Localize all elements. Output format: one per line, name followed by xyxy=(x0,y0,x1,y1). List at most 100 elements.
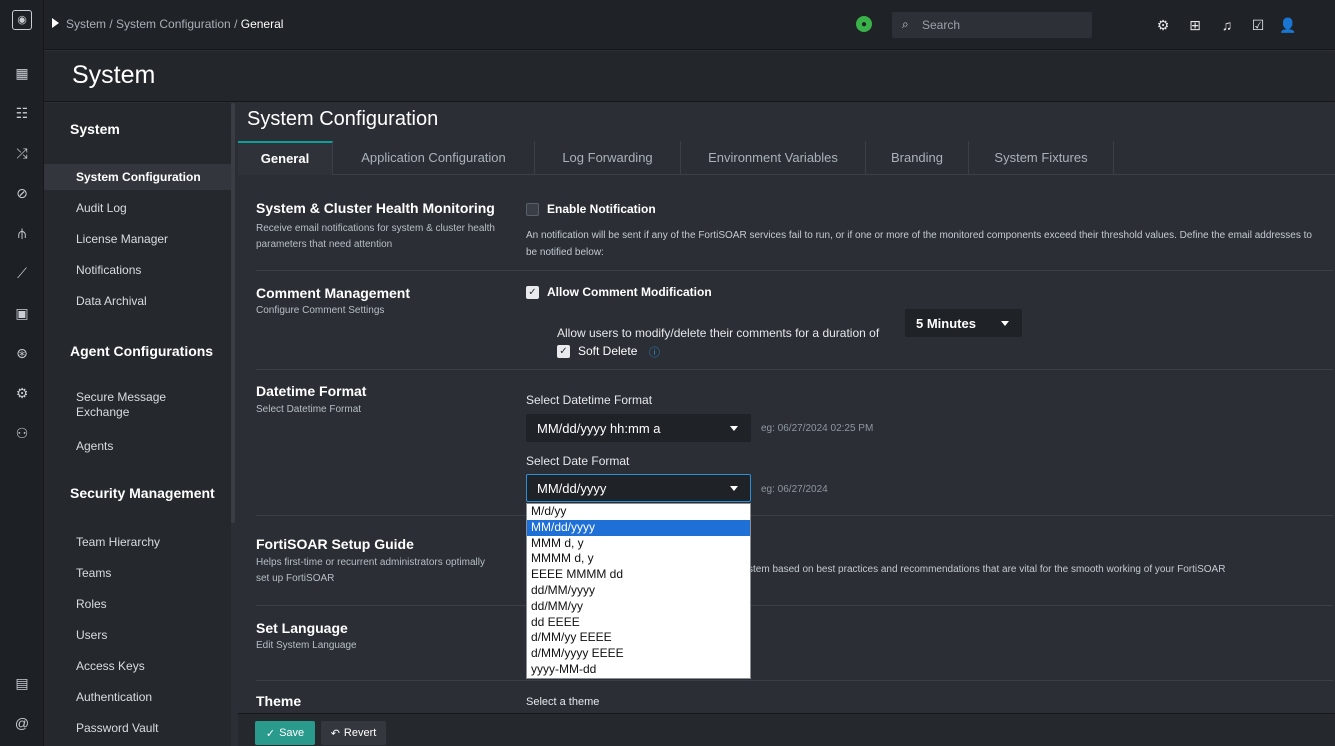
date-format-option[interactable]: yyyy-MM-dd xyxy=(527,662,750,678)
comment-duration-label: Allow users to modify/delete their comme… xyxy=(557,326,880,340)
at-icon[interactable]: @ xyxy=(11,712,33,734)
date-format-option[interactable]: d/MM/yyyy EEEE xyxy=(527,646,750,662)
date-format-option[interactable]: d/MM/yy EEEE xyxy=(527,630,750,646)
comment-section-desc: Configure Comment Settings xyxy=(256,305,385,316)
bell-icon[interactable]: ♫ xyxy=(1217,15,1237,35)
soft-delete-label[interactable]: Soft Delete xyxy=(578,344,637,358)
date-format-option[interactable]: MM/dd/yyyy xyxy=(527,519,750,536)
app-logo-icon[interactable]: ◉ xyxy=(12,10,32,30)
datetime-section-title: Datetime Format xyxy=(256,383,367,399)
datetime-format-value: MM/dd/yyyy hh:mm a xyxy=(537,421,661,436)
section-divider xyxy=(256,270,1333,271)
main-content: System Configuration General Application… xyxy=(238,103,1335,713)
date-format-option[interactable]: dd/MM/yyyy xyxy=(527,583,750,599)
comment-section-title: Comment Management xyxy=(256,285,411,301)
allow-comment-modification-checkbox[interactable]: ✓ xyxy=(526,286,539,299)
enable-notification-label[interactable]: Enable Notification xyxy=(547,202,656,216)
chevron-down-icon xyxy=(730,426,738,431)
sidebar-item-data-archival[interactable]: Data Archival xyxy=(76,294,226,308)
section-divider xyxy=(256,369,1333,370)
icon-rail: ◉ ▦ ☷ ⤮ ⊘ ⫛ ⟋ ▣ ⊛ ⚙ ⚇ ▤ @ xyxy=(0,0,44,746)
search-input[interactable] xyxy=(922,16,1082,34)
date-format-dropdown[interactable]: M/d/yy MM/dd/yyyy MMM d, y MMMM d, y EEEE MM… xyxy=(526,503,751,679)
sidebar-section-security-management: Security Management xyxy=(70,485,215,501)
sidebar-item-password-vault[interactable]: Password Vault xyxy=(76,721,226,735)
analytics-icon[interactable]: ⟋ xyxy=(11,262,33,284)
sidebar-item-license-manager[interactable]: License Manager xyxy=(76,232,226,246)
sidebar-section-system: System xyxy=(70,121,120,137)
task-check-icon[interactable]: ☑ xyxy=(1248,15,1268,35)
tab-log-forwarding[interactable]: Log Forwarding xyxy=(535,141,681,175)
sidebar-item-agents[interactable]: Agents xyxy=(76,439,226,453)
setup-section-desc: Helps first-time or recurrent administra… xyxy=(256,557,485,584)
tab-system-fixtures[interactable]: System Fixtures xyxy=(969,141,1114,175)
search-box: ⌕ xyxy=(892,12,1092,38)
resources-icon[interactable]: ⫛ xyxy=(11,222,33,244)
date-format-option[interactable]: MMMM d, y xyxy=(527,551,750,567)
datetime-section-desc: Select Datetime Format xyxy=(256,404,362,415)
sidebar-item-access-keys[interactable]: Access Keys xyxy=(76,659,226,673)
status-ok-icon[interactable]: ● xyxy=(856,16,872,32)
tab-branding[interactable]: Branding xyxy=(866,141,969,175)
date-format-option[interactable]: M/d/yy xyxy=(527,504,750,520)
sidebar-item-audit-log[interactable]: Audit Log xyxy=(76,201,226,215)
settings-wheel-icon[interactable]: ⚙ xyxy=(11,382,33,404)
section-divider xyxy=(256,515,1333,516)
date-format-option[interactable]: MMM d, y xyxy=(527,536,750,552)
gear-icon[interactable]: ⚙ xyxy=(1153,15,1173,35)
date-format-option[interactable]: EEEE MMMM dd xyxy=(527,567,750,583)
setup-section-title: FortiSOAR Setup Guide xyxy=(256,536,414,552)
sidebar-item-notifications[interactable]: Notifications xyxy=(76,263,226,277)
save-button[interactable]: ✓ Save xyxy=(255,721,315,745)
expand-play-icon[interactable] xyxy=(52,18,59,28)
search-icon: ⌕ xyxy=(902,17,909,31)
chevron-down-icon xyxy=(730,486,738,491)
sidebar-item-users[interactable]: Users xyxy=(76,628,226,642)
tab-environment-variables[interactable]: Environment Variables xyxy=(681,141,866,175)
sidebar-scrollbar[interactable] xyxy=(231,103,235,523)
user-icon[interactable]: 👤 xyxy=(1278,15,1298,35)
breadcrumb-path[interactable]: System / System Configuration / xyxy=(66,17,241,31)
soft-delete-checkbox[interactable]: ✓ xyxy=(557,345,570,358)
clipboard-icon[interactable]: ▤ xyxy=(11,672,33,694)
info-icon[interactable]: ⓘ xyxy=(649,344,660,360)
tab-bar: General Application Configuration Log Fo… xyxy=(238,141,1335,175)
breadcrumb: System / System Configuration / General xyxy=(66,17,283,31)
date-format-option[interactable]: dd EEEE xyxy=(527,615,750,631)
sidebar-item-roles[interactable]: Roles xyxy=(76,597,226,611)
sidebar-item-secure-message-exchange[interactable]: Secure Message Exchange xyxy=(76,390,186,420)
page-header: System xyxy=(44,51,1335,102)
date-format-select[interactable]: MM/dd/yyyy xyxy=(526,474,751,502)
tab-general[interactable]: General xyxy=(238,141,333,175)
sidebar-item-system-configuration[interactable]: System Configuration xyxy=(44,164,231,190)
date-format-label: Select Date Format xyxy=(526,454,630,468)
sidebar-item-authentication[interactable]: Authentication xyxy=(76,690,226,704)
dashboard-icon[interactable]: ▦ xyxy=(11,62,33,84)
check-icon: ✓ xyxy=(265,727,276,740)
breadcrumb-current: General xyxy=(240,17,284,31)
playbook-icon[interactable]: ⤮ xyxy=(11,142,33,164)
hierarchy-icon[interactable]: ⊞ xyxy=(1185,15,1205,35)
comment-duration-select[interactable]: 5 Minutes xyxy=(905,309,1022,337)
widgets-icon[interactable]: ▣ xyxy=(11,302,33,324)
settings-sidebar: System System Configuration Audit Log Li… xyxy=(44,103,231,746)
sidebar-item-teams[interactable]: Teams xyxy=(76,566,226,580)
threat-intel-icon[interactable]: ⊛ xyxy=(11,342,33,364)
date-format-option[interactable]: dd/MM/yy xyxy=(527,599,750,615)
section-divider xyxy=(256,605,1333,606)
enable-notification-checkbox[interactable] xyxy=(526,203,539,216)
theme-section-title: Theme xyxy=(256,693,302,709)
notification-note: An notification will be sent if any of t… xyxy=(526,230,1312,258)
people-icon[interactable]: ⚇ xyxy=(11,422,33,444)
tab-application-configuration[interactable]: Application Configuration xyxy=(333,141,535,175)
comment-duration-value: 5 Minutes xyxy=(916,316,976,331)
revert-button[interactable]: ↶ Revert xyxy=(321,721,386,745)
allow-comment-modification-label[interactable]: Allow Comment Modification xyxy=(547,285,712,299)
config-title: System Configuration xyxy=(247,108,439,130)
incidents-icon[interactable]: ☷ xyxy=(11,102,33,124)
automation-icon[interactable]: ⊘ xyxy=(11,182,33,204)
sidebar-item-team-hierarchy[interactable]: Team Hierarchy xyxy=(76,535,226,549)
date-example: eg: 06/27/2024 xyxy=(761,484,828,495)
page-title: System xyxy=(72,61,156,89)
datetime-format-select[interactable]: MM/dd/yyyy hh:mm a xyxy=(526,414,751,442)
